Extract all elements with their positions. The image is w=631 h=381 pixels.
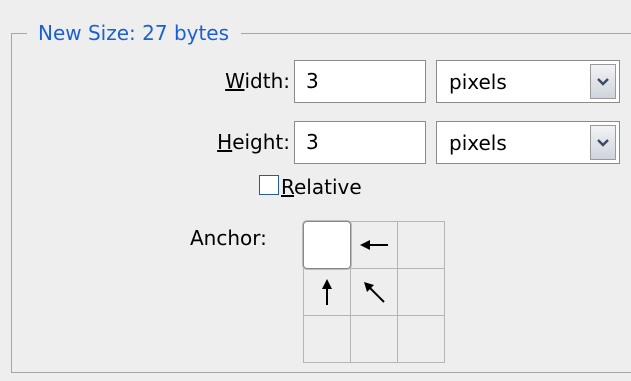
width-label: Width:: [190, 66, 290, 96]
width-label-rest: idth:: [244, 69, 290, 93]
chevron-down-icon: [597, 77, 609, 86]
relative-label-rest: elative: [294, 175, 362, 199]
arrow-up-icon: [322, 279, 332, 305]
relative-label-accesskey: R: [281, 175, 294, 199]
anchor-grid: [303, 221, 446, 363]
anchor-cell-middle-left[interactable]: [303, 268, 351, 316]
height-unit-dropdown-button[interactable]: [590, 125, 616, 160]
height-input[interactable]: 3: [294, 121, 426, 164]
width-input[interactable]: 3: [294, 60, 426, 103]
relative-label[interactable]: Relative: [281, 172, 362, 202]
height-label: Height:: [175, 127, 290, 157]
new-size-legend: New Size: 27 bytes: [27, 18, 242, 48]
anchor-cell-bottom-right[interactable]: [397, 315, 445, 363]
width-unit-value: pixels: [449, 70, 507, 94]
height-label-rest: eight:: [232, 130, 290, 154]
height-label-accesskey: H: [217, 130, 233, 154]
anchor-cell-center[interactable]: [350, 268, 398, 316]
height-unit-value: pixels: [449, 131, 507, 155]
canvas-size-panel: New Size: 27 bytes Width: 3 pixels Heigh…: [0, 0, 631, 381]
anchor-cell-bottom-left[interactable]: [303, 315, 351, 363]
chevron-down-icon: [597, 138, 609, 147]
anchor-cell-bottom-center[interactable]: [350, 315, 398, 363]
anchor-cell-top-center[interactable]: [350, 221, 398, 269]
relative-checkbox[interactable]: [259, 175, 279, 195]
arrow-up-left-icon: [364, 282, 385, 303]
anchor-cell-top-left[interactable]: [303, 221, 351, 269]
width-unit-select[interactable]: pixels: [436, 60, 620, 103]
width-unit-dropdown-button[interactable]: [590, 64, 616, 99]
anchor-label: Anchor:: [190, 226, 267, 250]
anchor-cell-middle-right[interactable]: [397, 268, 445, 316]
height-unit-select[interactable]: pixels: [436, 121, 620, 164]
anchor-cell-top-right[interactable]: [397, 221, 445, 269]
width-label-accesskey: W: [225, 69, 245, 93]
arrow-left-icon: [360, 240, 388, 250]
